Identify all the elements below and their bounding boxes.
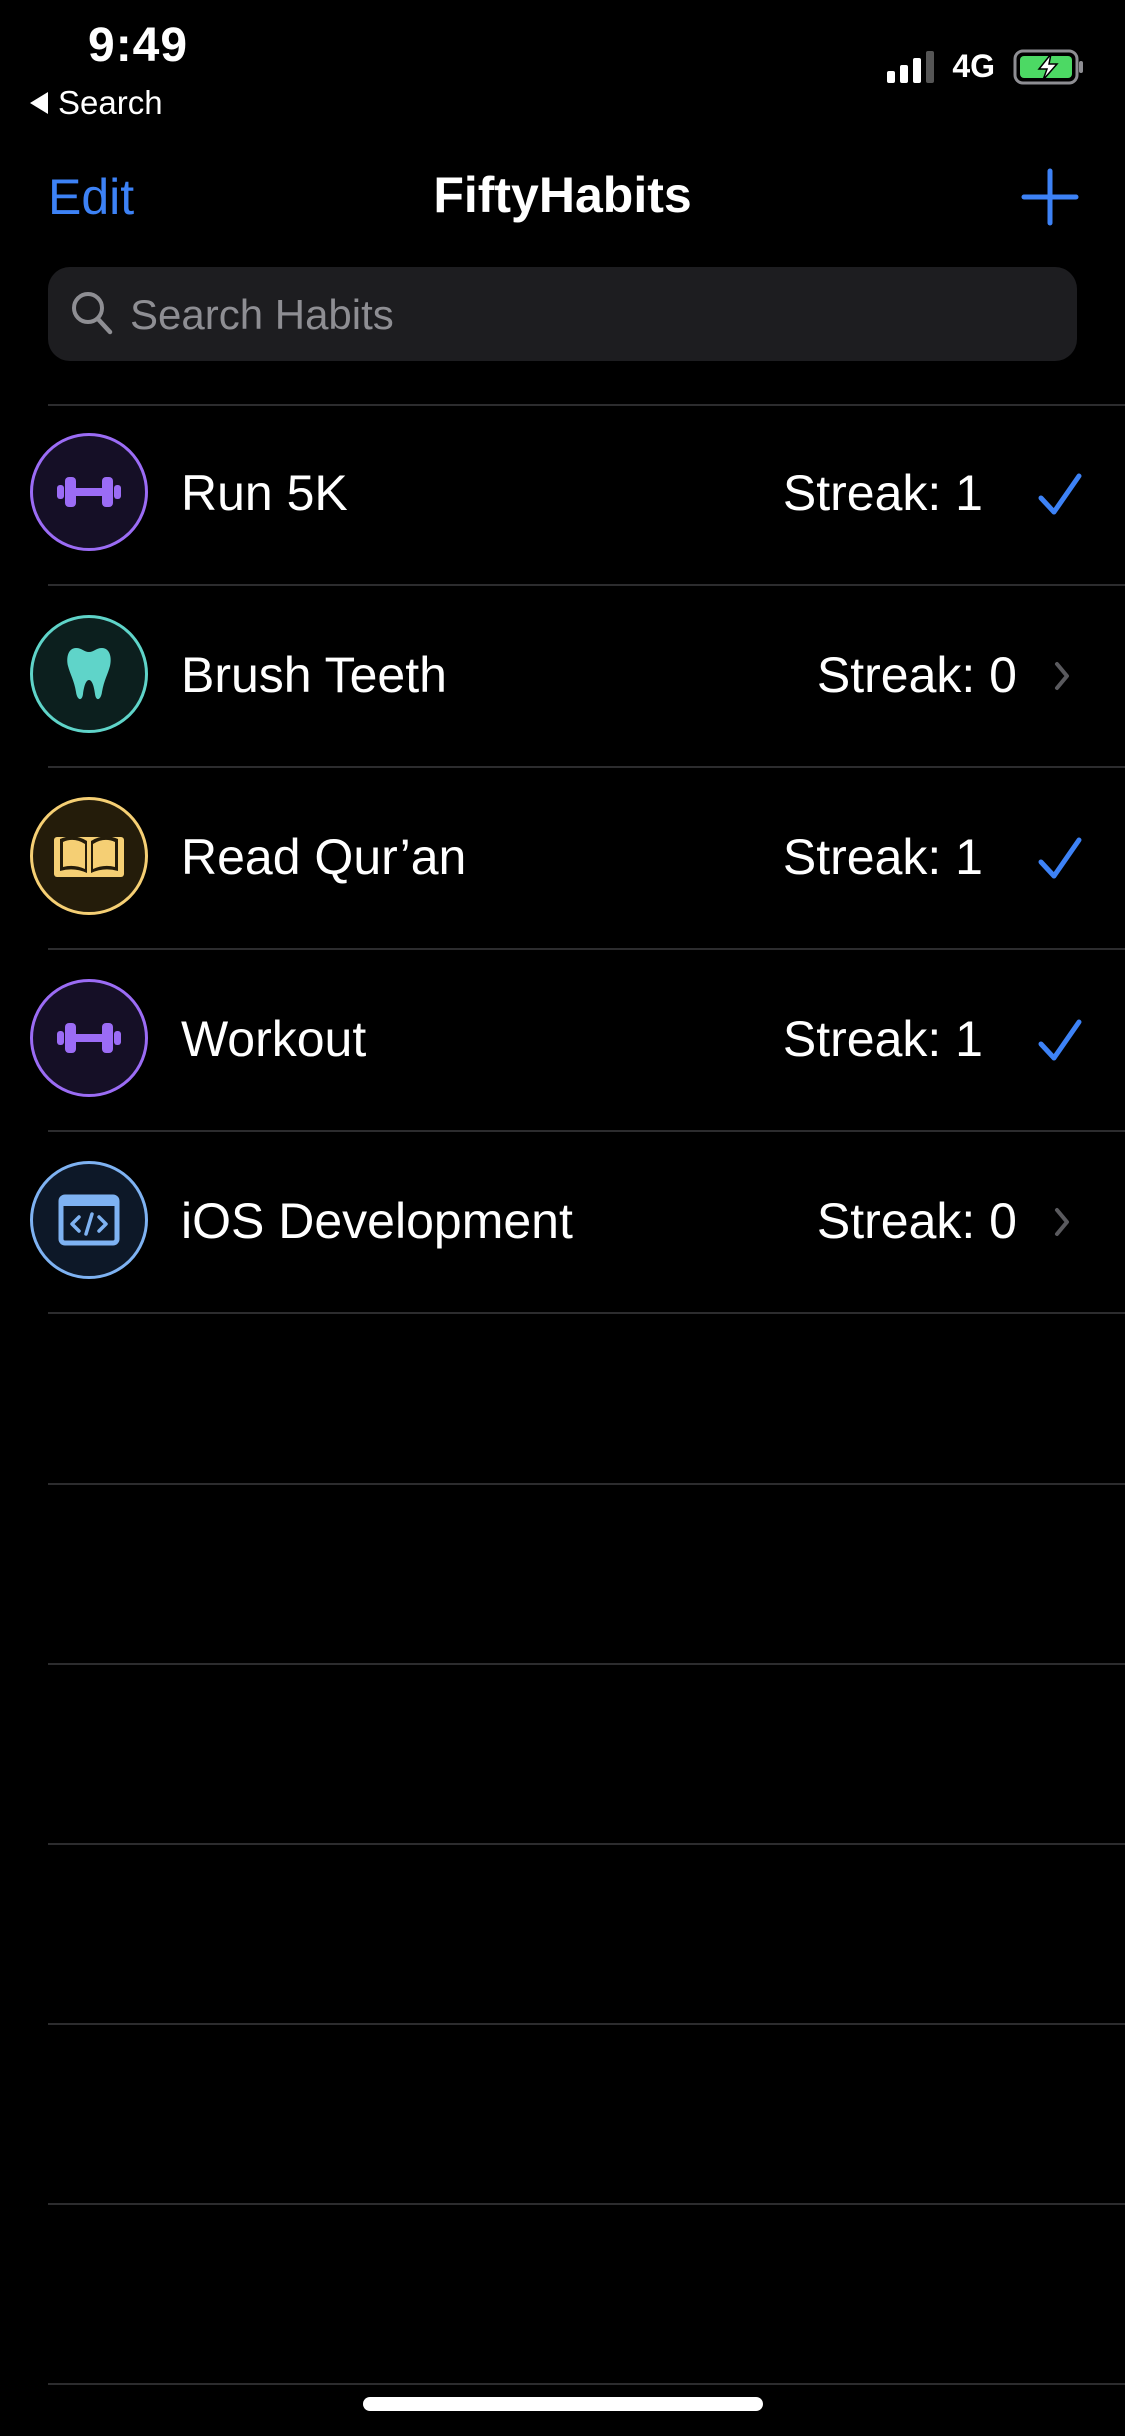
- code-window-icon: [58, 1194, 120, 1246]
- habit-name: Read Qur’an: [181, 829, 467, 885]
- page-title: FiftyHabits: [433, 167, 692, 223]
- habit-list: Run 5K Streak: 1 Brush Teeth Streak: 0 R…: [0, 404, 1125, 1314]
- habit-streak: Streak: 0: [816, 1193, 1017, 1249]
- plus-icon[interactable]: [1021, 168, 1079, 226]
- habit-avatar: [30, 979, 148, 1097]
- habit-streak: Streak: 1: [782, 1011, 983, 1067]
- empty-row-divider: [48, 1485, 1125, 1665]
- checkmark-icon: [1038, 473, 1082, 515]
- habit-name: Run 5K: [181, 465, 348, 521]
- empty-row-divider: [48, 1305, 1125, 1485]
- habit-streak: Streak: 1: [782, 829, 983, 885]
- back-to-search-link[interactable]: Search: [30, 84, 163, 122]
- habit-row[interactable]: iOS Development Streak: 0: [0, 1132, 1125, 1314]
- habit-avatar: [30, 615, 148, 733]
- cellular-signal-icon: [887, 50, 935, 83]
- network-type: 4G: [952, 48, 995, 84]
- habit-name: Workout: [181, 1011, 367, 1067]
- habit-row[interactable]: Brush Teeth Streak: 0: [0, 586, 1125, 768]
- habit-streak: Streak: 0: [816, 647, 1017, 703]
- habit-avatar: [30, 797, 148, 915]
- search-input[interactable]: [128, 267, 1052, 363]
- empty-row-divider: [48, 1845, 1125, 2025]
- habit-avatar: [30, 1161, 148, 1279]
- dumbbell-icon: [57, 477, 121, 507]
- habit-avatar: [30, 433, 148, 551]
- checkmark-icon: [1038, 837, 1082, 879]
- empty-row-divider: [48, 1665, 1125, 1845]
- status-indicators: 4G: [887, 48, 1085, 85]
- back-triangle-icon: [30, 92, 48, 114]
- empty-row-divider: [48, 2205, 1125, 2385]
- book-icon: [54, 836, 124, 877]
- chevron-right-icon: [1055, 662, 1069, 690]
- battery-charging-icon: [1013, 49, 1083, 84]
- tooth-icon: [67, 648, 111, 700]
- dumbbell-icon: [57, 1023, 121, 1053]
- home-indicator[interactable]: [363, 2397, 763, 2411]
- habit-name: iOS Development: [181, 1193, 573, 1249]
- search-bar[interactable]: [48, 267, 1077, 363]
- habit-row[interactable]: Workout Streak: 1: [0, 950, 1125, 1132]
- habit-row[interactable]: Read Qur’an Streak: 1: [0, 768, 1125, 950]
- status-time: 9:49: [88, 19, 189, 72]
- habit-streak: Streak: 1: [782, 465, 983, 521]
- habit-row[interactable]: Run 5K Streak: 1: [0, 404, 1125, 586]
- back-label: Search: [58, 84, 163, 121]
- search-icon: [72, 292, 113, 335]
- chevron-right-icon: [1055, 1208, 1069, 1236]
- habit-name: Brush Teeth: [181, 647, 447, 703]
- checkmark-icon: [1038, 1019, 1082, 1061]
- empty-row-divider: [48, 2025, 1125, 2205]
- empty-list-area: [48, 1305, 1125, 2385]
